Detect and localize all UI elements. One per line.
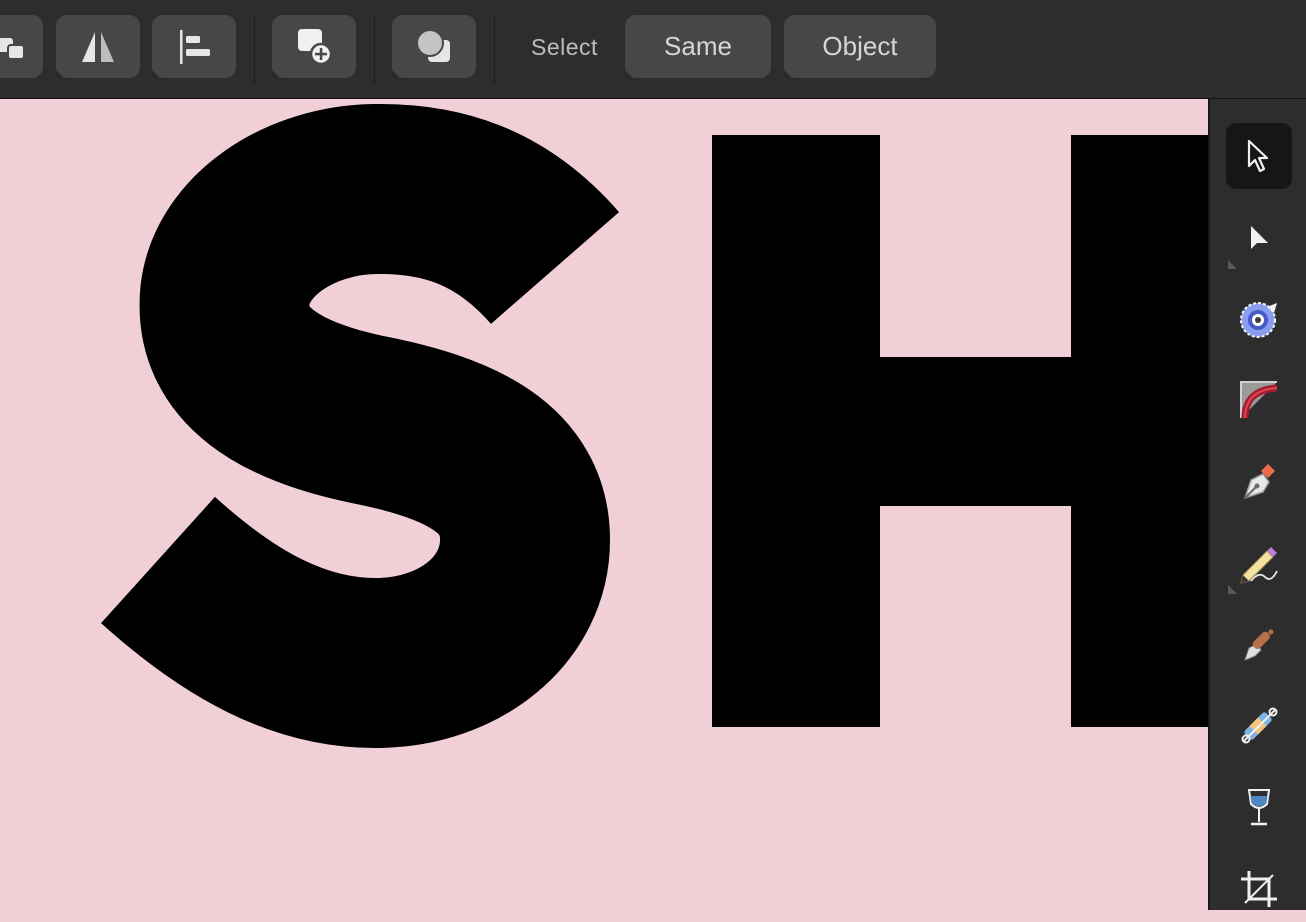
move-pointer-icon [1247, 139, 1269, 173]
corner-icon [1240, 381, 1278, 419]
node-pointer-icon [1251, 226, 1268, 249]
wine-glass-icon [1247, 789, 1271, 826]
flip-horizontal-icon [82, 31, 114, 62]
boolean-operations-button[interactable] [392, 15, 476, 78]
crop-tool[interactable] [1226, 856, 1292, 922]
align-left-button[interactable] [152, 15, 236, 78]
context-toolbar: Select Same Object [0, 0, 1306, 99]
corner-tool[interactable] [1226, 367, 1292, 433]
toolbar-separator [374, 14, 375, 84]
boolean-icon [416, 28, 450, 62]
brush-icon [1244, 629, 1274, 661]
fill-tool[interactable] [1226, 693, 1292, 759]
crop-icon [1241, 871, 1277, 907]
arrange-button[interactable] [0, 15, 43, 78]
select-same-button[interactable]: Same [625, 15, 771, 78]
letter-s[interactable] [101, 103, 620, 748]
pencil-icon [1240, 547, 1278, 584]
arrange-icon [0, 37, 25, 60]
add-shape-icon [298, 28, 333, 65]
letter-h[interactable] [712, 135, 1208, 727]
pen-tool[interactable] [1226, 449, 1292, 515]
submenu-corner [1228, 260, 1237, 269]
align-left-icon [180, 29, 210, 64]
transform-target-icon [1240, 302, 1277, 338]
move-tool[interactable] [1226, 123, 1292, 189]
flip-horizontal-button[interactable] [56, 15, 140, 78]
gradient-fill-icon [1241, 707, 1278, 744]
pencil-tool[interactable] [1226, 530, 1292, 596]
node-tool[interactable] [1226, 205, 1292, 271]
document-canvas[interactable] [0, 99, 1208, 910]
toolbar-separator [494, 14, 495, 84]
add-shape-button[interactable] [272, 15, 356, 78]
transparency-tool[interactable] [1226, 775, 1292, 841]
tools-panel [1208, 99, 1306, 910]
submenu-corner [1228, 585, 1237, 594]
vector-brush-tool[interactable] [1226, 611, 1292, 677]
select-object-button[interactable]: Object [784, 15, 936, 78]
toolbar-separator [254, 14, 255, 84]
sh-text-artwork[interactable] [0, 99, 1208, 910]
select-label: Select [531, 34, 598, 60]
transform-tool[interactable] [1226, 286, 1292, 352]
pen-nib-icon [1243, 463, 1276, 500]
